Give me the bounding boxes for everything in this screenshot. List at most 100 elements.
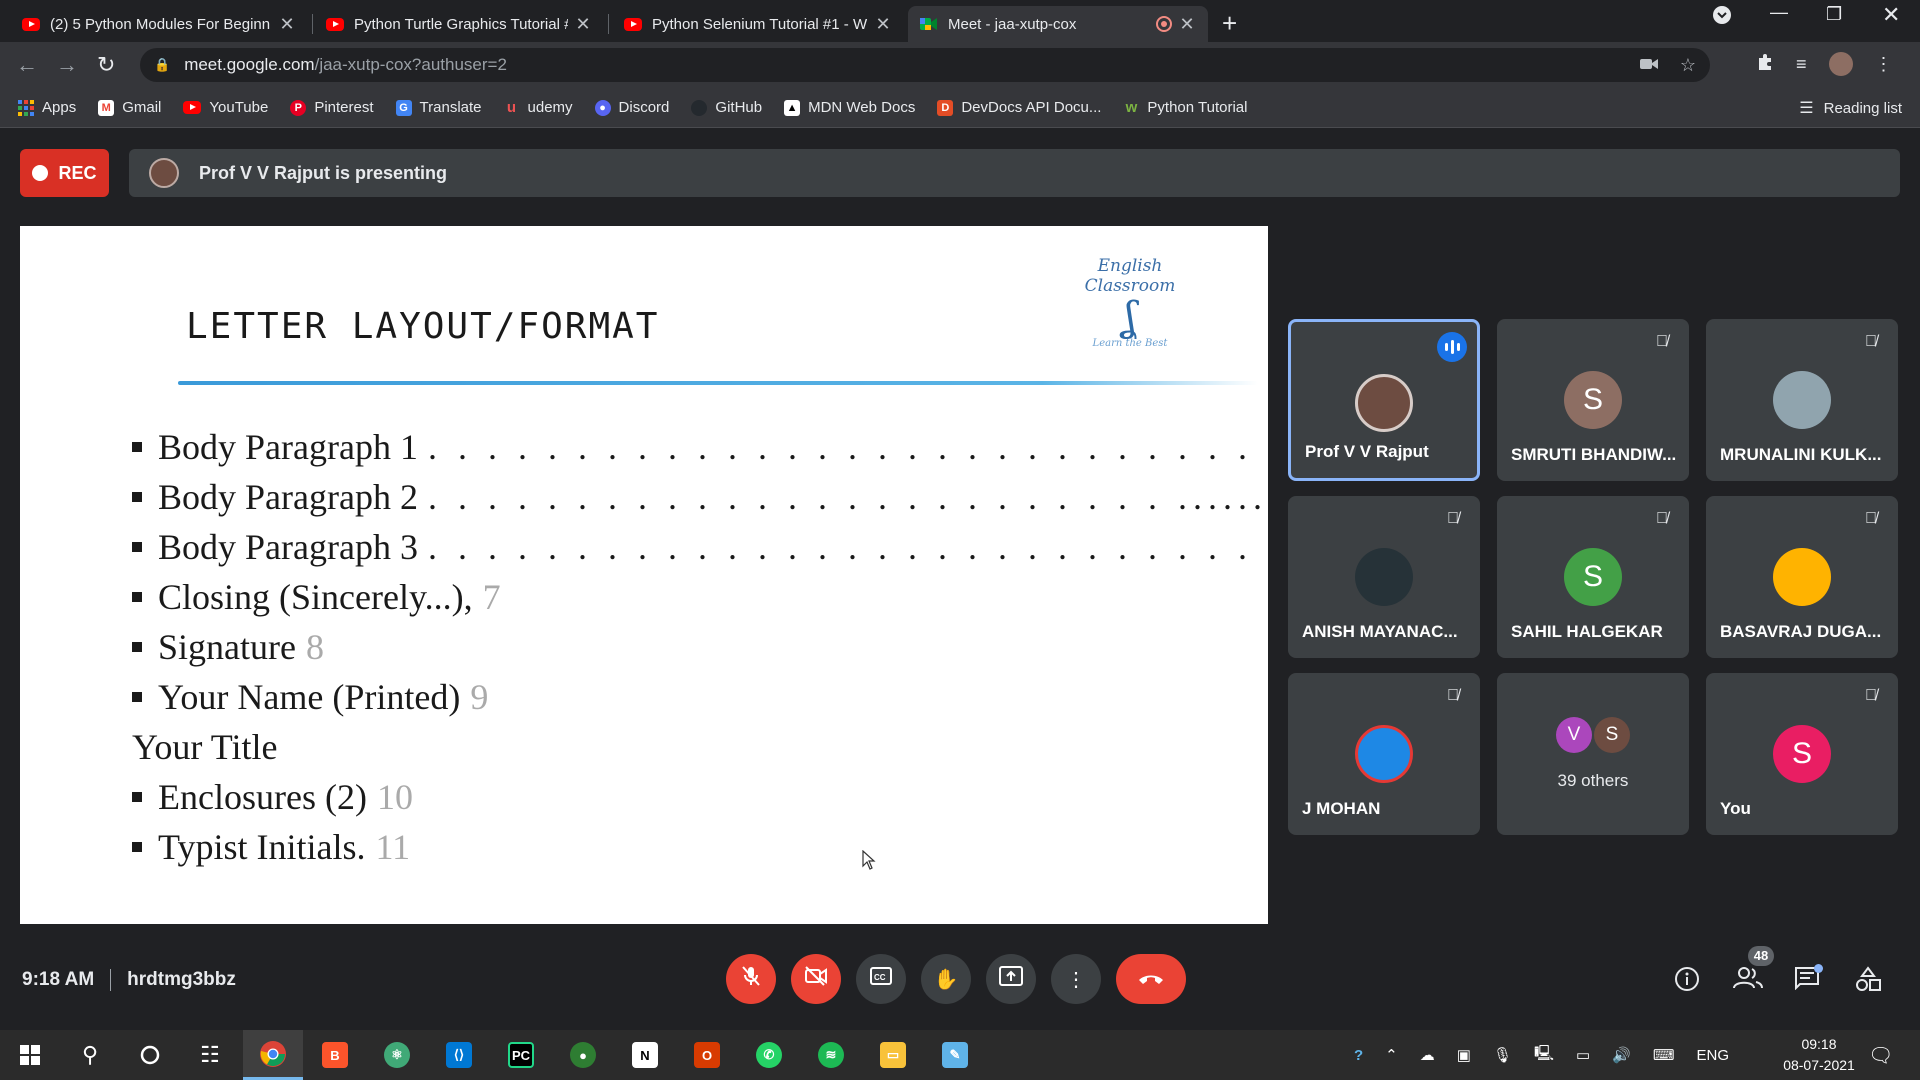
menu-icon[interactable]: ⋮ xyxy=(1875,54,1893,75)
divider xyxy=(110,969,112,991)
network-icon[interactable]: 🖳 xyxy=(1534,1043,1554,1068)
people-count-badge: 48 xyxy=(1748,946,1774,966)
close-icon[interactable]: ✕ xyxy=(278,14,296,35)
captions-button[interactable]: CC xyxy=(856,954,906,1004)
participant-tile[interactable]: 🎙̸ S SAHIL HALGEKAR xyxy=(1497,496,1689,658)
recording-indicator[interactable]: REC xyxy=(20,149,109,197)
camera-toggle-button[interactable] xyxy=(791,954,841,1004)
activities-button[interactable] xyxy=(1855,966,1881,999)
lock-icon[interactable]: 🔒 xyxy=(154,57,170,73)
window-close-icon[interactable]: ✕ xyxy=(1882,2,1900,28)
bullet-icon xyxy=(132,642,142,652)
bookmark-discord[interactable]: ● Discord xyxy=(594,99,669,116)
participant-tile[interactable]: 🎙̸ ANISH MAYANAC... xyxy=(1288,496,1480,658)
minimize-icon[interactable]: — xyxy=(1770,2,1788,23)
meet-tray-icon[interactable]: ▣ xyxy=(1457,1046,1471,1064)
whatsapp-icon[interactable]: ✆ xyxy=(739,1030,799,1080)
restore-icon[interactable]: ❐ xyxy=(1826,4,1842,25)
bookmark-translate[interactable]: G Translate xyxy=(395,99,482,116)
bookmark-devdocs[interactable]: D DevDocs API Docu... xyxy=(937,99,1101,116)
tab-selenium-tutorial[interactable]: Python Selenium Tutorial #1 - W ✕ xyxy=(612,6,904,42)
close-icon[interactable]: ✕ xyxy=(874,14,892,35)
participant-tile[interactable]: Prof V V Rajput xyxy=(1288,319,1480,481)
chevron-up-icon[interactable]: ⌃ xyxy=(1385,1046,1398,1064)
tab-title: Python Turtle Graphics Tutorial # xyxy=(354,15,568,33)
participant-tile[interactable]: 🎙̸ MRUNALINI KULK... xyxy=(1706,319,1898,481)
participant-tile[interactable]: 🎙̸ BASAVRAJ DUGA... xyxy=(1706,496,1898,658)
reading-list-label: Reading list xyxy=(1823,99,1902,117)
help-icon[interactable]: ? xyxy=(1354,1047,1363,1064)
search-icon[interactable]: ⚲ xyxy=(60,1030,120,1080)
media-control-icon[interactable]: ≡ xyxy=(1796,54,1807,75)
tab-google-meet[interactable]: Meet - jaa-xutp-cox ✕ xyxy=(908,6,1208,42)
office-icon[interactable]: O xyxy=(677,1030,737,1080)
bookmark-mdn[interactable]: ▲ MDN Web Docs xyxy=(784,99,915,116)
microphone-toggle-button[interactable] xyxy=(726,954,776,1004)
spotify-icon[interactable]: ≋ xyxy=(801,1030,861,1080)
paint-icon[interactable]: ✎ xyxy=(925,1030,985,1080)
clock-time: 09:18 xyxy=(1801,1036,1837,1052)
close-icon[interactable]: ✕ xyxy=(574,14,592,35)
tab-python-modules[interactable]: (2) 5 Python Modules For Beginn ✕ xyxy=(10,6,308,42)
slide-bullet-item: Signature 8 xyxy=(132,622,1268,672)
new-tab-button[interactable]: + xyxy=(1222,8,1237,39)
reading-list-button[interactable]: ☰ Reading list xyxy=(1799,88,1902,128)
people-button[interactable] xyxy=(1733,966,1763,997)
onedrive-icon[interactable]: ☁ xyxy=(1420,1046,1435,1064)
more-vert-icon: ⋮ xyxy=(1066,968,1086,991)
browser-toolbar: ← → ↻ 🔒 meet.google.com/jaa-xutp-cox?aut… xyxy=(0,42,1920,88)
leave-call-button[interactable] xyxy=(1116,954,1186,1004)
microphone-icon[interactable]: 🎙 xyxy=(1493,1046,1512,1064)
camera-icon[interactable] xyxy=(1639,55,1658,76)
close-icon[interactable]: ✕ xyxy=(1178,14,1196,35)
file-explorer-icon[interactable]: ▭ xyxy=(863,1030,923,1080)
slide-bullet-item: Body Paragraph 3 . . . . . . . . . . . .… xyxy=(132,522,1268,572)
present-now-button[interactable] xyxy=(986,954,1036,1004)
others-tile[interactable]: V S 39 others xyxy=(1497,673,1689,835)
pycharm-icon[interactable]: PC xyxy=(491,1030,551,1080)
bookmark-pinterest[interactable]: P Pinterest xyxy=(290,99,374,116)
volume-icon[interactable]: 🔊 xyxy=(1612,1046,1631,1064)
meeting-details-button[interactable] xyxy=(1674,966,1700,999)
bookmark-gmail[interactable]: M Gmail xyxy=(98,99,161,116)
atom-icon[interactable]: ⚛ xyxy=(367,1030,427,1080)
closed-captions-icon: CC xyxy=(870,967,892,991)
bookmark-github[interactable]: GitHub xyxy=(691,99,762,116)
vscode-icon[interactable]: ⟨⟩ xyxy=(429,1030,489,1080)
address-bar[interactable]: 🔒 meet.google.com/jaa-xutp-cox?authuser=… xyxy=(140,48,1710,82)
bookmark-star-icon[interactable]: ☆ xyxy=(1680,55,1696,76)
self-tile[interactable]: 🎙̸ S You xyxy=(1706,673,1898,835)
brave-icon[interactable]: B xyxy=(305,1030,365,1080)
clock[interactable]: 09:18 08-07-2021 xyxy=(1774,1034,1864,1076)
participant-name: SAHIL HALGEKAR xyxy=(1511,622,1663,641)
raise-hand-button[interactable]: ✋ xyxy=(921,954,971,1004)
chrome-icon[interactable] xyxy=(243,1030,303,1080)
more-options-button[interactable]: ⋮ xyxy=(1051,954,1101,1004)
tab-search-icon[interactable] xyxy=(1713,6,1731,29)
keyboard-icon[interactable]: ⌨ xyxy=(1653,1046,1675,1064)
bookmark-python-tutorial[interactable]: w Python Tutorial xyxy=(1123,99,1248,116)
notion-icon[interactable]: N xyxy=(615,1030,675,1080)
participant-tile[interactable]: 🎙̸ S SMRUTI BHANDIW... xyxy=(1497,319,1689,481)
profile-avatar[interactable] xyxy=(1828,52,1853,76)
geogebra-icon[interactable]: ● xyxy=(553,1030,613,1080)
back-icon[interactable]: ← xyxy=(16,52,38,78)
bookmark-apps[interactable]: Apps xyxy=(18,99,76,116)
mic-off-icon xyxy=(741,965,761,993)
notifications-icon[interactable]: 🗨 xyxy=(1868,1030,1893,1080)
tab-turtle-graphics[interactable]: Python Turtle Graphics Tutorial # ✕ xyxy=(314,6,604,42)
task-view-icon[interactable]: ☷ xyxy=(180,1030,240,1080)
battery-icon[interactable]: ▭ xyxy=(1576,1046,1590,1064)
rec-label: REC xyxy=(58,162,97,183)
language-indicator[interactable]: ENG xyxy=(1697,1047,1730,1064)
bookmark-udemy[interactable]: u udemy xyxy=(504,99,573,116)
cortana-icon[interactable] xyxy=(120,1030,180,1080)
forward-icon[interactable]: → xyxy=(56,52,78,78)
mic-off-icon: 🎙̸ xyxy=(1865,687,1877,704)
participant-tile[interactable]: 🎙̸ J MOHAN xyxy=(1288,673,1480,835)
reload-icon[interactable]: ↻ xyxy=(97,52,115,78)
windows-start-icon[interactable] xyxy=(0,1030,60,1080)
bookmark-youtube[interactable]: YouTube xyxy=(183,99,268,116)
extensions-icon[interactable] xyxy=(1756,53,1774,76)
mic-off-icon: 🎙̸ xyxy=(1865,510,1877,527)
